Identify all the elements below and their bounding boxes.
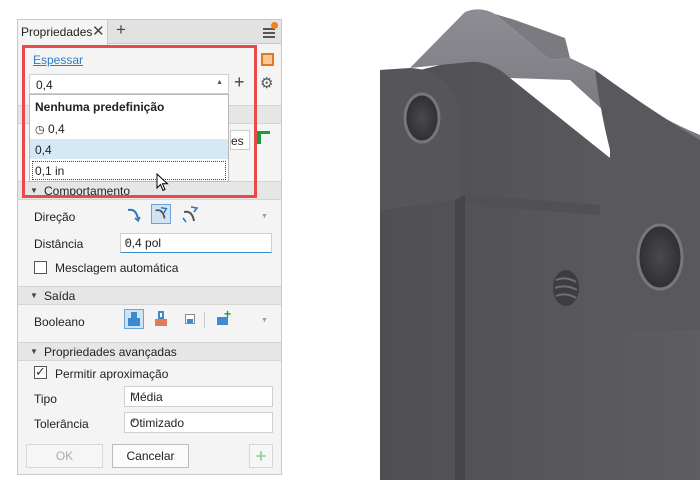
- close-icon[interactable]: ✕: [92, 22, 105, 40]
- cut-shape: [155, 319, 167, 326]
- boolean-label: Booleano: [34, 315, 85, 329]
- section-saida[interactable]: ▼ Saída: [18, 286, 281, 305]
- notification-dot: [271, 22, 278, 29]
- tolerance-label: Tolerância: [34, 417, 89, 431]
- gear-icon[interactable]: ⚙: [260, 74, 273, 92]
- chevron-down-icon: ▼: [130, 418, 137, 425]
- menu-icon[interactable]: [263, 28, 275, 38]
- direction-flip-icon[interactable]: [124, 204, 144, 224]
- section-propriedades-avancadas[interactable]: ▼ Propriedades avançadas: [18, 342, 281, 361]
- new-solid-icon[interactable]: +: [214, 307, 234, 329]
- join-shape: [128, 318, 140, 326]
- auto-blend-checkbox[interactable]: [34, 261, 47, 274]
- chevron-right-icon[interactable]: ▶: [125, 238, 268, 246]
- direction-symmetric-icon[interactable]: [151, 204, 171, 224]
- distance-label: Distância: [34, 237, 84, 251]
- allow-approximation-checkbox[interactable]: [34, 364, 47, 380]
- section-title: Propriedades avançadas: [44, 345, 177, 359]
- tolerance-select[interactable]: Otimizado ▼: [124, 412, 273, 433]
- distance-input[interactable]: 0,4 pol ▶: [120, 233, 272, 253]
- face-select-icon[interactable]: [261, 53, 274, 66]
- chevron-down-icon[interactable]: ▼: [261, 213, 268, 220]
- section-title: Saída: [44, 289, 76, 303]
- boolean-intersect-icon[interactable]: [180, 309, 200, 329]
- mouse-cursor-icon: [156, 172, 170, 196]
- join-shape-top: [131, 312, 137, 318]
- boolean-cut-icon[interactable]: [152, 309, 172, 329]
- chevron-down-icon[interactable]: ▼: [261, 317, 268, 324]
- ok-button[interactable]: OK: [26, 444, 103, 468]
- boolean-join-icon[interactable]: [124, 309, 144, 329]
- type-select[interactable]: Média ▼: [124, 386, 273, 407]
- model-viewport[interactable]: [380, 0, 700, 480]
- part-ridge: [455, 195, 465, 480]
- tab-bar: Propriedades ✕ +: [18, 20, 281, 45]
- add-tab-icon[interactable]: +: [116, 20, 126, 40]
- tab-propriedades[interactable]: Propriedades ✕: [18, 20, 108, 45]
- hidden-green-icon[interactable]: [257, 131, 270, 144]
- apply-plus-icon[interactable]: +: [249, 444, 273, 468]
- highlight-annotation: [22, 45, 257, 198]
- toolbar-divider: [204, 312, 205, 328]
- cut-shape-top: [158, 311, 164, 319]
- type-label: Tipo: [34, 392, 57, 406]
- intersect-fill: [187, 319, 193, 323]
- direction-label: Direção: [34, 210, 76, 224]
- part-right-boss: [595, 70, 700, 330]
- collapse-triangle-icon: ▼: [30, 291, 38, 300]
- collapse-triangle-icon: ▼: [30, 347, 38, 356]
- tab-label: Propriedades: [21, 25, 93, 39]
- direction-both-icon[interactable]: [180, 204, 200, 224]
- allow-approximation-label: Permitir aproximação: [55, 367, 169, 381]
- auto-blend-label: Mesclagem automática: [55, 261, 179, 275]
- chevron-down-icon: ▼: [130, 392, 137, 399]
- cancel-button[interactable]: Cancelar: [112, 444, 189, 468]
- plus-badge-icon: +: [224, 307, 232, 321]
